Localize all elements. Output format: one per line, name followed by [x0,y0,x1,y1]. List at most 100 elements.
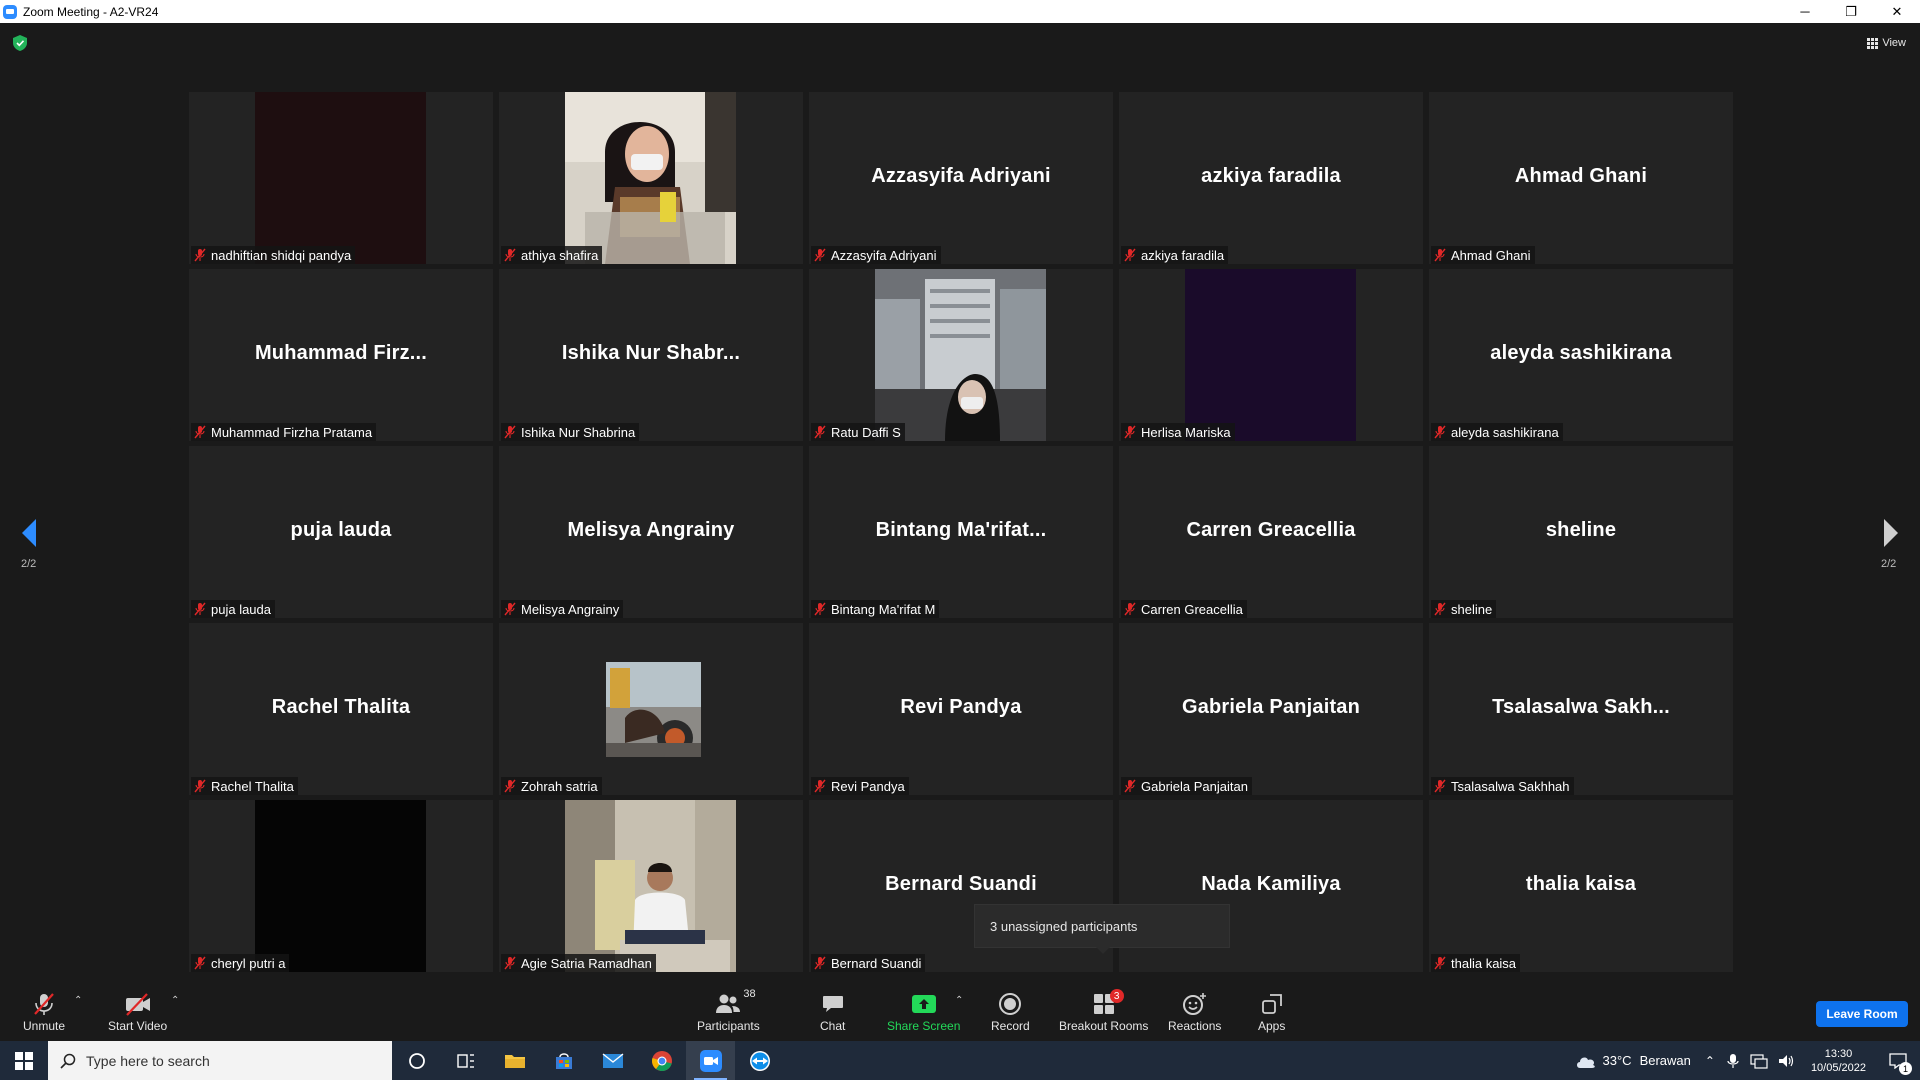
minimize-button[interactable]: ─ [1782,0,1828,23]
participant-tile[interactable]: thalia kaisa thalia kaisa [1429,800,1733,972]
breakout-badge: 3 [1109,989,1124,1003]
participant-name: Tsalasalwa Sakhhah [1451,778,1570,794]
maximize-button[interactable]: ❐ [1828,0,1874,23]
record-button[interactable]: Record [991,991,1030,1033]
share-options-caret[interactable]: ⌃ [955,995,963,1006]
store-button[interactable] [539,1041,588,1080]
participant-name: thalia kaisa [1451,955,1517,971]
participant-tile[interactable]: Tsalasalwa Sakh... Tsalasalwa Sakhhah [1429,623,1733,795]
participant-tile[interactable]: Agie Satria Ramadhan [499,800,803,972]
participant-tile[interactable]: Rachel Thalita Rachel Thalita [189,623,493,795]
share-screen-icon [911,995,936,1013]
mic-muted-icon [194,425,206,439]
participant-tile[interactable]: Muhammad Firz... Muhammad Firzha Pratama [189,269,493,441]
mic-muted-icon [1124,248,1136,262]
breakout-tooltip: 3 unassigned participants [974,904,1230,948]
start-video-button[interactable]: Start Video [108,991,167,1033]
temperature: 33°C [1602,1053,1632,1068]
participant-tile[interactable]: athiya shafira [499,92,803,264]
participants-count: 38 [743,988,756,1000]
video-options-caret[interactable]: ⌃ [171,995,179,1006]
previous-page-arrow-icon[interactable] [14,513,44,553]
participant-tile[interactable]: Ratu Daffi S [809,269,1113,441]
volume-icon[interactable] [1778,1053,1796,1069]
clock[interactable]: 13:30 10/05/2022 [1811,1047,1866,1075]
participant-display-name: Nada Kamiliya [1201,873,1341,895]
notification-center-button[interactable]: 1 [1876,1041,1920,1080]
start-button[interactable] [0,1041,48,1080]
folder-icon [504,1054,525,1068]
share-screen-button[interactable]: Share Screen [887,991,960,1033]
unmute-button[interactable]: Unmute [23,991,65,1033]
participant-name: puja lauda [211,601,271,617]
participant-display-name: Carren Greacellia [1186,519,1356,541]
show-hidden-icons-chevron-icon[interactable]: ⌃ [1705,1054,1715,1068]
participant-tile[interactable]: Ishika Nur Shabr... Ishika Nur Shabrina [499,269,803,441]
mic-muted-icon [1434,602,1446,616]
participant-name-tag: thalia kaisa [1431,954,1521,972]
mic-muted-icon [814,956,826,970]
participant-name: Zohrah satria [521,778,598,794]
leave-room-button[interactable]: Leave Room [1816,1001,1908,1027]
participant-display-name: Ahmad Ghani [1514,165,1648,187]
participant-name-tag: Carren Greacellia [1121,600,1247,618]
mail-button[interactable] [588,1041,637,1080]
unmute-label: Unmute [23,1019,66,1033]
reactions-button[interactable]: Reactions [1168,991,1221,1033]
file-explorer-button[interactable] [490,1041,539,1080]
clock-date: 10/05/2022 [1810,1061,1866,1074]
apps-button[interactable]: Apps [1258,991,1285,1033]
task-view-button[interactable] [441,1041,490,1080]
participant-tile[interactable]: Bintang Ma'rifat... Bintang Ma'rifat M [809,446,1113,618]
participant-name: Azzasyifa Adriyani [831,247,937,263]
participant-display-name: azkiya faradila [1201,165,1341,187]
teamviewer-button[interactable] [735,1041,784,1080]
participant-tile[interactable]: puja lauda puja lauda [189,446,493,618]
participant-name-tag: azkiya faradila [1121,246,1229,264]
view-label: View [1882,37,1906,49]
breakout-rooms-button[interactable]: 3 Breakout Rooms [1059,989,1148,1033]
participant-tile[interactable]: Gabriela Panjaitan Gabriela Panjaitan [1119,623,1423,795]
next-page-arrow-icon[interactable] [1876,513,1906,553]
microphone-tray-icon[interactable] [1726,1053,1740,1069]
network-icon[interactable] [1750,1053,1768,1069]
participant-name: Ishika Nur Shabrina [521,424,636,440]
participant-tile[interactable]: Revi Pandya Revi Pandya [809,623,1113,795]
shield-icon[interactable] [13,35,27,51]
participant-tile[interactable]: azkiya faradila azkiya faradila [1119,92,1423,264]
participant-tile[interactable]: nadhiftian shidqi pandya [189,92,493,264]
weather-widget[interactable]: 33°C Berawan [1575,1053,1691,1069]
close-button[interactable]: ✕ [1874,0,1920,23]
participants-button[interactable]: 38 Participants [697,988,760,1033]
participant-name-tag: sheline [1431,600,1497,618]
chrome-button[interactable] [637,1041,686,1080]
participant-tile[interactable]: Herlisa Mariska [1119,269,1423,441]
cortana-button[interactable] [392,1041,441,1080]
video-feed [565,92,736,264]
participant-tile[interactable]: cheryl putri a [189,800,493,972]
participant-name: Rachel Thalita [211,778,294,794]
video-off-icon [125,993,150,1016]
audio-options-caret[interactable]: ⌃ [74,995,82,1006]
participant-tile[interactable]: aleyda sashikirana aleyda sashikirana [1429,269,1733,441]
participant-tile[interactable]: sheline sheline [1429,446,1733,618]
participant-tile[interactable]: Melisya Angrainy Melisya Angrainy [499,446,803,618]
view-button[interactable]: View [1867,33,1906,53]
participant-tile[interactable]: Carren Greacellia Carren Greacellia [1119,446,1423,618]
participant-name: Ahmad Ghani [1451,247,1531,263]
participant-name: Agie Satria Ramadhan [521,955,652,971]
participant-tile[interactable]: Ahmad Ghani Ahmad Ghani [1429,92,1733,264]
participant-name-tag: Bernard Suandi [811,954,926,972]
participant-tile[interactable]: Azzasyifa Adriyani Azzasyifa Adriyani [809,92,1113,264]
taskbar-search[interactable]: Type here to search [48,1041,392,1080]
participant-name-tag: nadhiftian shidqi pandya [191,246,356,264]
meeting-area: View nadhiftian shidqi pandya athiya shaf… [0,23,1920,975]
participant-display-name: Azzasyifa Adriyani [871,165,1051,187]
zoom-taskbar-button[interactable] [686,1041,735,1080]
chat-button[interactable]: Chat [820,991,845,1033]
video-feed [1185,269,1356,441]
participant-tile[interactable]: Zohrah satria [499,623,803,795]
record-label: Record [991,1019,1030,1033]
share-screen-label: Share Screen [887,1019,961,1033]
participant-name-tag: Gabriela Panjaitan [1121,777,1252,795]
